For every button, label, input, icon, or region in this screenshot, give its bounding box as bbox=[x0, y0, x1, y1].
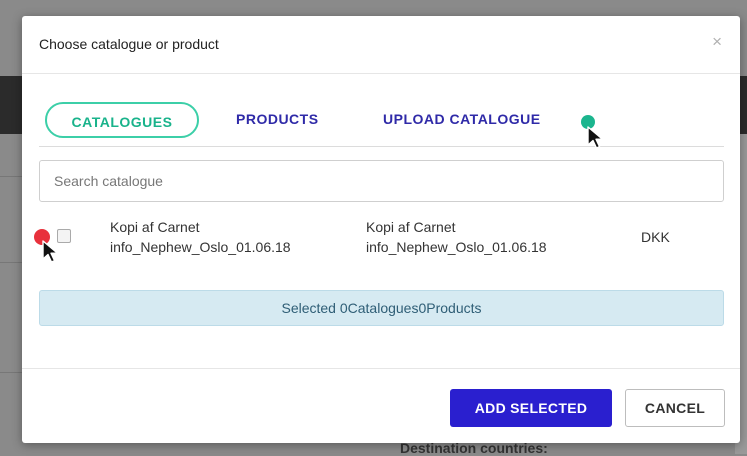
dialog-footer: ADD SELECTED CANCEL bbox=[22, 368, 740, 443]
tab-upload-catalogue[interactable]: UPLOAD CATALOGUE bbox=[383, 111, 541, 127]
tab-products[interactable]: PRODUCTS bbox=[236, 111, 319, 127]
background-divider bbox=[0, 176, 22, 177]
add-selected-button[interactable]: ADD SELECTED bbox=[450, 389, 612, 427]
tab-catalogues[interactable]: CATALOGUES bbox=[45, 102, 199, 138]
background-divider bbox=[0, 262, 22, 263]
search-catalogue-input[interactable] bbox=[39, 160, 724, 202]
mouse-cursor-icon bbox=[42, 240, 59, 263]
catalogue-name-line2: info_Nephew_Oslo_01.06.18 bbox=[110, 239, 291, 255]
catalogue-file: Kopi af Carnet info_Nephew_Oslo_01.06.18 bbox=[366, 217, 547, 257]
tab-bar: CATALOGUES PRODUCTS UPLOAD CATALOGUE bbox=[39, 98, 724, 147]
choose-catalogue-dialog: Choose catalogue or product × CATALOGUES… bbox=[22, 16, 740, 443]
catalogue-name-line1: Kopi af Carnet bbox=[110, 219, 200, 235]
dialog-header: Choose catalogue or product × bbox=[22, 16, 740, 74]
cancel-button[interactable]: CANCEL bbox=[625, 389, 725, 427]
catalogue-file-line1: Kopi af Carnet bbox=[366, 219, 456, 235]
selection-summary: Selected 0Catalogues0Products bbox=[39, 290, 724, 326]
close-icon[interactable]: × bbox=[712, 32, 722, 52]
mouse-cursor-icon bbox=[587, 126, 604, 149]
catalogue-file-line2: info_Nephew_Oslo_01.06.18 bbox=[366, 239, 547, 255]
catalogue-list-row[interactable]: Kopi af Carnet info_Nephew_Oslo_01.06.18… bbox=[22, 212, 740, 274]
catalogue-currency: DKK bbox=[641, 229, 670, 245]
background-divider bbox=[0, 372, 22, 373]
catalogue-name: Kopi af Carnet info_Nephew_Oslo_01.06.18 bbox=[110, 217, 291, 257]
dialog-title: Choose catalogue or product bbox=[39, 36, 219, 52]
